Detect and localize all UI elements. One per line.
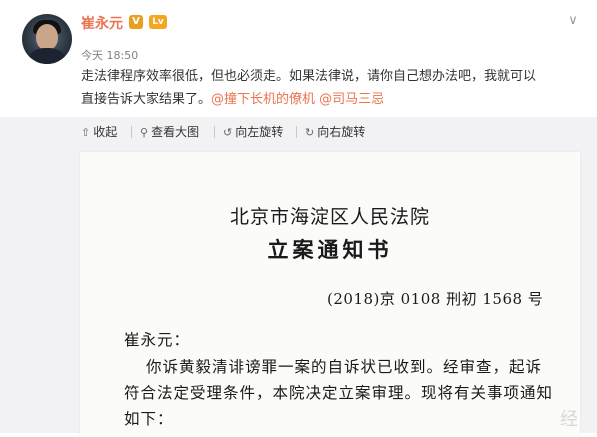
document-court: 北京市海淀区人民法院 [229, 206, 430, 228]
collapse-button[interactable]: ⇧ 收起 [81, 124, 117, 140]
post-text-line2-plain: 直接告诉大家结果了。 [81, 92, 212, 107]
watermark: 经 [560, 409, 578, 430]
level-badge-icon: Lv [149, 15, 167, 29]
toolbar-divider [131, 126, 132, 138]
username[interactable]: 崔永元 [81, 13, 123, 33]
rotate-right-button[interactable]: ↻ 向右旋转 [305, 124, 365, 140]
rotate-right-label: 向右旋转 [317, 125, 366, 139]
chevron-down-icon[interactable]: ∨ [566, 14, 580, 28]
image-toolbar: ⇧ 收起 ⚲ 查看大图 ↺ 向左旋转 ↻ 向右旋转 [0, 117, 597, 148]
collapse-icon: ⇧ [81, 126, 91, 139]
image-viewer: 北京市海淀区人民法院 立案通知书 (2018)京 0108 刑初 1568 号 … [0, 148, 597, 437]
view-large-label: 查看大图 [151, 125, 200, 139]
document-title: 立案通知书 [267, 237, 393, 262]
collapse-label: 收起 [93, 125, 118, 139]
document-image[interactable]: 北京市海淀区人民法院 立案通知书 (2018)京 0108 刑初 1568 号 … [80, 152, 580, 437]
document-addressee: 崔永元： [124, 331, 191, 349]
post-timestamp[interactable]: 今天 18:50 [81, 47, 138, 63]
post-text-line2: 直接告诉大家结果了。@撞下长机的僚机 @司马三忌 [81, 88, 581, 111]
document-body-line: 你诉黄毅清诽谤罪一案的自诉状已收到。经审查，起诉 [146, 358, 543, 376]
avatar-body [26, 48, 68, 64]
verified-badge-icon: V [129, 15, 143, 29]
rotate-right-icon: ↻ [305, 126, 315, 139]
view-large-button[interactable]: ⚲ 查看大图 [140, 124, 199, 140]
avatar[interactable] [22, 14, 72, 64]
document-body-line: 如下： [124, 410, 174, 428]
document-case-number: (2018)京 0108 刑初 1568 号 [327, 290, 544, 308]
toolbar-divider [214, 126, 215, 138]
rotate-left-label: 向左旋转 [235, 125, 284, 139]
post-text-line1: 走法律程序效率很低，但也必须走。如果法律说，请你自己想办法吧，我就可以 [81, 69, 537, 84]
mention-link[interactable]: @司马三忌 [319, 92, 384, 107]
rotate-left-button[interactable]: ↺ 向左旋转 [223, 124, 283, 140]
document-body-line: 符合法定受理条件，本院决定立案审理。现将有关事项通知 [124, 384, 554, 402]
mention-link[interactable]: @撞下长机的僚机 [211, 92, 315, 107]
rotate-left-icon: ↺ [223, 126, 233, 139]
avatar-face [36, 24, 58, 50]
search-icon: ⚲ [140, 126, 149, 139]
post-text: 走法律程序效率很低，但也必须走。如果法律说，请你自己想办法吧，我就可以 直接告诉… [81, 65, 581, 111]
toolbar-divider [296, 126, 297, 138]
